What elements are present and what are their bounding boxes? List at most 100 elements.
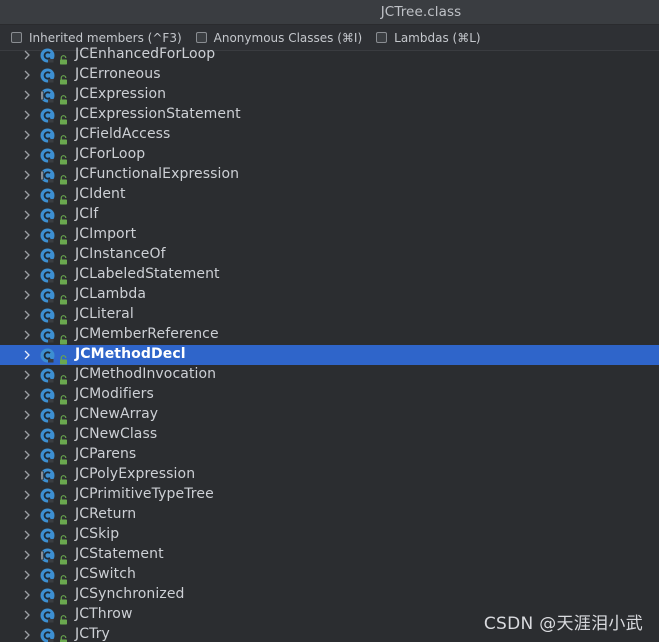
chevron-right-icon[interactable] — [20, 88, 34, 102]
chevron-right-icon[interactable] — [20, 68, 34, 82]
tree-row[interactable]: JCExpression — [0, 85, 659, 105]
lock-icon — [59, 490, 68, 505]
chevron-right-icon[interactable] — [20, 568, 34, 582]
tree-row[interactable]: JCExpressionStatement — [0, 105, 659, 125]
tree-row[interactable]: JCLiteral — [0, 305, 659, 325]
lock-icon — [59, 310, 68, 325]
chevron-right-icon[interactable] — [20, 528, 34, 542]
tree-row[interactable]: JCMethodDecl — [0, 345, 659, 365]
class-icon — [40, 68, 55, 83]
chevron-right-icon[interactable] — [20, 388, 34, 402]
tree-row[interactable]: JCParens — [0, 445, 659, 465]
chevron-right-icon[interactable] — [20, 148, 34, 162]
chevron-right-icon[interactable] — [20, 628, 34, 642]
tree-row[interactable]: JCNewArray — [0, 405, 659, 425]
lock-icon — [59, 350, 68, 365]
chevron-right-icon[interactable] — [20, 588, 34, 602]
tree-row[interactable]: JCPolyExpression — [0, 465, 659, 485]
chevron-right-icon[interactable] — [20, 228, 34, 242]
lock-icon — [59, 50, 68, 65]
class-icon — [40, 268, 55, 283]
chevron-right-icon[interactable] — [20, 268, 34, 282]
tree-row[interactable]: JCImport — [0, 225, 659, 245]
tree-row[interactable]: JCIdent — [0, 185, 659, 205]
tree-row[interactable]: JCFunctionalExpression — [0, 165, 659, 185]
tree-row[interactable]: JCNewClass — [0, 425, 659, 445]
tree-row[interactable]: JCFieldAccess — [0, 125, 659, 145]
chevron-right-icon[interactable] — [20, 328, 34, 342]
tree-row-label: JCLambda — [75, 286, 147, 302]
class-icon — [40, 128, 55, 143]
lock-icon — [59, 270, 68, 285]
tree-row[interactable]: JCLabeledStatement — [0, 265, 659, 285]
window-title: JCTree.class — [380, 4, 462, 20]
lock-icon — [59, 110, 68, 125]
class-icon — [40, 248, 55, 263]
lock-icon — [59, 230, 68, 245]
chevron-right-icon[interactable] — [20, 288, 34, 302]
chevron-right-icon[interactable] — [20, 348, 34, 362]
tree-row-label: JCFunctionalExpression — [75, 166, 240, 182]
chevron-right-icon[interactable] — [20, 548, 34, 562]
chevron-right-icon[interactable] — [20, 48, 34, 62]
class-icon — [40, 408, 55, 423]
tree-row-label: JCSkip — [75, 526, 120, 542]
chevron-right-icon[interactable] — [20, 308, 34, 322]
tree-row[interactable]: JCMethodInvocation — [0, 365, 659, 385]
tree-row-label: JCModifiers — [75, 386, 154, 402]
chevron-right-icon[interactable] — [20, 608, 34, 622]
lock-icon — [59, 330, 68, 345]
chevron-right-icon[interactable] — [20, 208, 34, 222]
filter-lambdas[interactable]: Lambdas (⌘L) — [376, 30, 481, 45]
tree-row[interactable]: JCSwitch — [0, 565, 659, 585]
tree-row[interactable]: JCPrimitiveTypeTree — [0, 485, 659, 505]
lock-icon — [59, 590, 68, 605]
lock-icon — [59, 630, 68, 642]
class-icon — [40, 348, 55, 363]
chevron-right-icon[interactable] — [20, 428, 34, 442]
chevron-right-icon[interactable] — [20, 248, 34, 262]
tree-row[interactable]: JCInstanceOf — [0, 245, 659, 265]
tree-row[interactable]: JCErroneous — [0, 65, 659, 85]
class-icon — [40, 448, 55, 463]
lambdas-label: Lambdas (⌘L) — [394, 30, 481, 45]
tree-row-label: JCPolyExpression — [75, 466, 196, 482]
tree-row[interactable]: JCSynchronized — [0, 585, 659, 605]
chevron-right-icon[interactable] — [20, 488, 34, 502]
filter-inherited-members[interactable]: Inherited members (^F3) — [11, 31, 182, 45]
chevron-right-icon[interactable] — [20, 408, 34, 422]
lock-icon — [59, 130, 68, 145]
class-icon — [40, 208, 55, 223]
inherited-members-checkbox[interactable] — [11, 32, 22, 43]
chevron-right-icon[interactable] — [20, 508, 34, 522]
lambdas-checkbox[interactable] — [376, 32, 388, 43]
class-icon — [40, 468, 55, 483]
tree-row[interactable]: JCReturn — [0, 505, 659, 525]
tree-row[interactable]: JCLambda — [0, 285, 659, 305]
tree-row-label: JCThrow — [75, 606, 133, 622]
tree-row[interactable]: JCIf — [0, 205, 659, 225]
tree-row-label: JCEnhancedForLoop — [75, 46, 216, 62]
chevron-right-icon[interactable] — [20, 168, 34, 182]
tree-row-label: JCMemberReference — [75, 326, 219, 342]
class-icon — [40, 188, 55, 203]
tree-row[interactable]: JCForLoop — [0, 145, 659, 165]
chevron-right-icon[interactable] — [20, 128, 34, 142]
filter-anonymous-classes[interactable]: Anonymous Classes (⌘I) — [195, 31, 362, 45]
tree-row[interactable]: JCStatement — [0, 545, 659, 565]
tree-row[interactable]: JCSkip — [0, 525, 659, 545]
chevron-right-icon[interactable] — [20, 368, 34, 382]
class-icon — [40, 608, 55, 623]
structure-tree[interactable]: JCEnhancedForLoop JCErroneous JCExpression… — [0, 45, 659, 642]
class-icon — [40, 428, 55, 443]
tree-row[interactable]: JCMemberReference — [0, 325, 659, 345]
anonymous-classes-checkbox[interactable] — [195, 32, 207, 43]
chevron-right-icon[interactable] — [20, 468, 34, 482]
chevron-right-icon[interactable] — [20, 108, 34, 122]
chevron-right-icon[interactable] — [20, 188, 34, 202]
chevron-right-icon[interactable] — [20, 448, 34, 462]
tree-row[interactable]: JCEnhancedForLoop — [0, 45, 659, 65]
tree-row-label: JCPrimitiveTypeTree — [75, 486, 214, 502]
class-icon — [40, 288, 55, 303]
tree-row[interactable]: JCModifiers — [0, 385, 659, 405]
